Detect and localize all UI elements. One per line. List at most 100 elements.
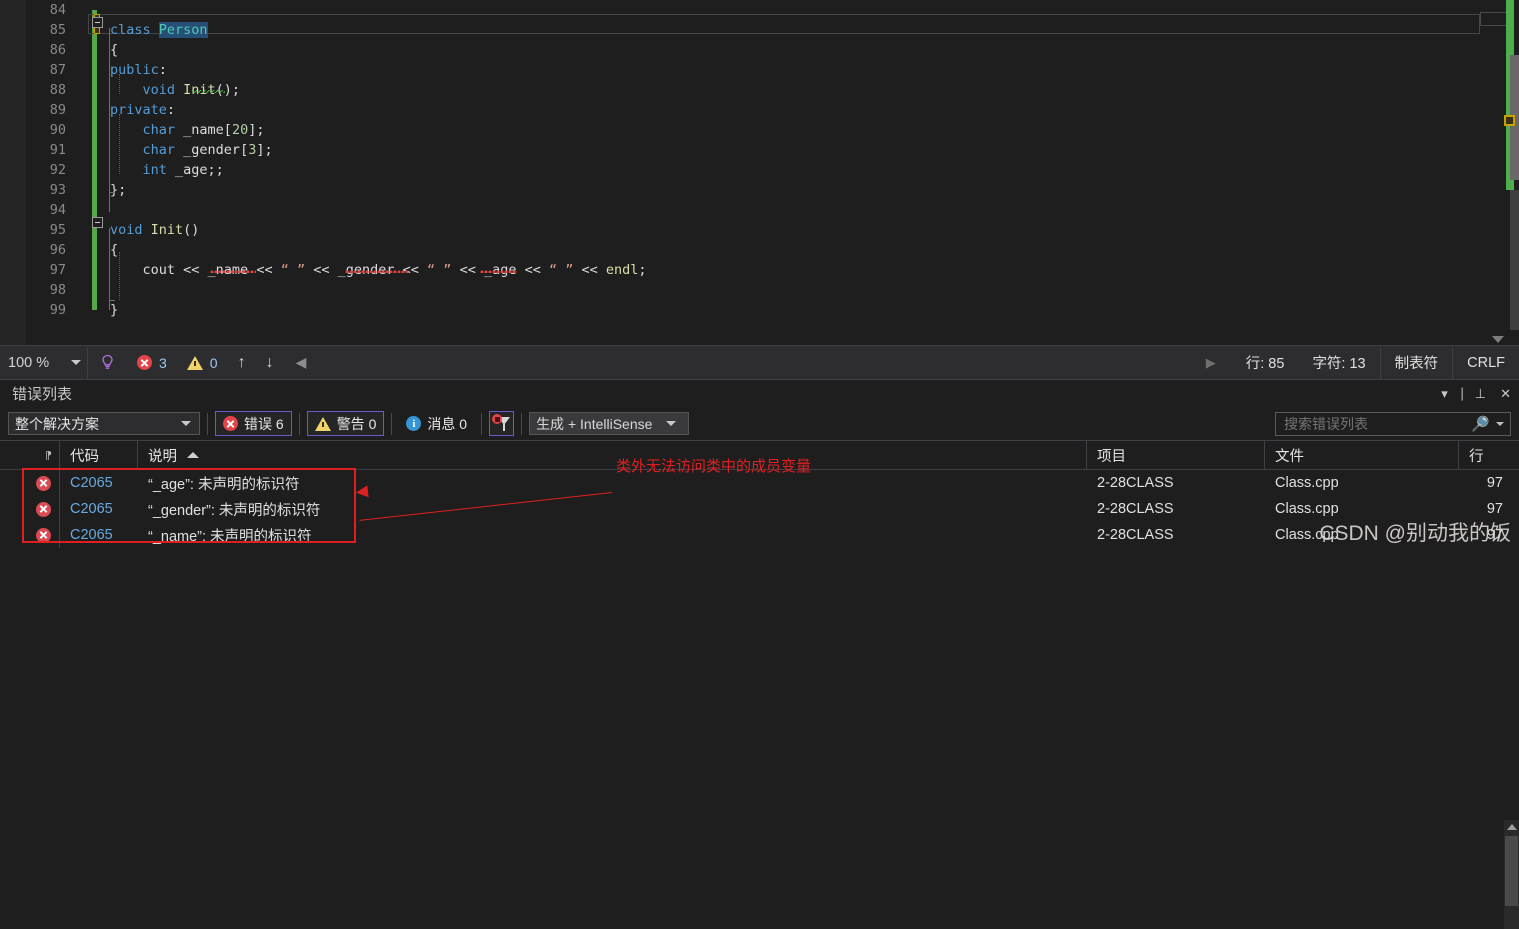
scroll-down-arrow[interactable] (1492, 336, 1504, 343)
error-icon (137, 355, 152, 370)
chevron-down-icon[interactable] (666, 421, 677, 426)
warnings-toggle-button[interactable]: 警告 0 (306, 411, 385, 436)
code-line[interactable]: 86 { (50, 40, 1480, 60)
previous-issue-icon[interactable]: ↑ (228, 354, 256, 372)
code-line[interactable]: 97 cout << _name << “ ” << _gender << “ … (50, 260, 1480, 280)
fold-toggle-class[interactable] (92, 17, 103, 28)
indent-guide-2 (119, 114, 120, 174)
code-line[interactable]: 91 char _gender[3]; (50, 140, 1480, 160)
code-line[interactable]: 87 public: (50, 60, 1480, 80)
code-line-text: class Person (110, 22, 208, 38)
chevron-down-icon[interactable] (1496, 422, 1504, 426)
scope-filter-value: 整个解决方案 (15, 415, 99, 432)
code-column-header[interactable]: 代码 (60, 441, 138, 469)
code-line[interactable]: 93}; (50, 180, 1480, 200)
errors-toggle-label: 错误 6 (244, 415, 284, 432)
row-severity-cell (0, 470, 60, 496)
suggestion-squiggle-init (192, 90, 225, 93)
editor-vertical-scrollbar[interactable] (1480, 0, 1519, 345)
error-icon (36, 501, 51, 517)
search-box[interactable]: 🔍 (1275, 412, 1511, 436)
editor-error-count-value: 3 (159, 354, 167, 371)
search-input[interactable] (1282, 415, 1472, 433)
file-column-header[interactable]: 文件 (1265, 441, 1459, 469)
messages-toggle-button[interactable]: i 消息 0 (399, 411, 474, 436)
chevron-down-icon[interactable] (181, 421, 191, 426)
row-file-cell: Class.cpp (1275, 475, 1339, 491)
scroll-up-arrow[interactable] (1507, 824, 1517, 830)
project-column-header[interactable]: 项目 (1087, 441, 1265, 469)
next-issue-icon[interactable]: ↓ (256, 354, 284, 372)
scrollbar-thumb[interactable] (1505, 836, 1518, 906)
scope-filter-combo[interactable]: 整个解决方案 (8, 412, 200, 435)
code-line[interactable]: 89 private: (50, 100, 1480, 120)
editor-warning-count[interactable]: 0 (177, 347, 228, 379)
error-list-rows[interactable]: C2065 “_age”: 未声明的标识符 2-28CLASS Class.cpp 97… (0, 470, 1519, 548)
row-project-cell: 2-28CLASS (1097, 527, 1174, 543)
row-description-cell: “_age”: 未声明的标识符 (148, 476, 300, 493)
error-icon (223, 416, 238, 431)
errors-toggle-button[interactable]: 错误 6 (215, 411, 292, 436)
toolbar-separator (298, 412, 300, 435)
funnel-stem (503, 424, 506, 431)
code-line[interactable]: 84 (50, 0, 1480, 20)
line-number: 91 (49, 142, 66, 158)
line-number: 95 (49, 222, 66, 238)
overview-top-box (1480, 12, 1508, 26)
table-row[interactable]: C2065 “_name”: 未声明的标识符 2-28CLASS Class.cpp 9… (0, 522, 1519, 548)
zoom-level-value: 100 % (8, 354, 50, 371)
error-squiggle-gender (345, 269, 408, 273)
line-number: 97 (49, 262, 66, 278)
editor-error-count[interactable]: 3 (127, 347, 177, 379)
messages-toggle-label: 消息 0 (427, 415, 468, 432)
code-line[interactable]: 85 class Person (50, 20, 1480, 40)
visual-studio-window: 84 85class Person86{87public:88 void Init… (0, 0, 1519, 929)
code-editor[interactable]: 84 85class Person86{87public:88 void Init… (0, 0, 1519, 345)
row-code-cell: C2065 (70, 527, 113, 543)
code-line[interactable]: 90 char _name[20]; (50, 120, 1480, 140)
code-line[interactable]: 99} (50, 300, 1480, 320)
info-icon: i (406, 416, 422, 431)
code-line-text: }; (110, 182, 127, 198)
code-text-area[interactable]: 84 85class Person86{87public:88 void Init… (50, 0, 1480, 345)
line-ending-indicator[interactable]: CRLF (1453, 347, 1519, 379)
filter-funnel-button[interactable] (489, 411, 515, 436)
line-column-header[interactable]: 行 (1459, 441, 1519, 469)
grip-column-header[interactable]: ⁋ (0, 441, 60, 469)
code-line-text: { (110, 42, 119, 58)
error-list-scrollbar[interactable] (1504, 820, 1519, 929)
panel-menu-chevron-icon[interactable]: ▾ (1441, 387, 1448, 400)
error-list-toolbar: 整个解决方案 错误 6 警告 0 i 消息 0 生成 + IntelliSens… (0, 407, 1519, 441)
line-number: 84 (49, 2, 66, 18)
panel-title: 错误列表 (12, 386, 73, 403)
search-icon[interactable]: 🔍 (1471, 415, 1490, 433)
code-line[interactable]: 94 (50, 200, 1480, 220)
toolbar-separator (391, 412, 393, 435)
fold-toggle-init[interactable] (92, 217, 103, 228)
cursor-line-indicator: 行: 85 (1245, 356, 1285, 372)
intellisense-status-button[interactable] (88, 347, 127, 379)
code-line[interactable]: 98 (50, 280, 1480, 300)
code-line[interactable]: 96 { (50, 240, 1480, 260)
scrollbar-track[interactable] (1510, 190, 1519, 330)
pin-icon[interactable]: ⎸⊥ (1462, 387, 1486, 400)
code-line[interactable]: 95 void Init() (50, 220, 1480, 240)
description-column-header[interactable]: 说明 (138, 441, 1087, 469)
class-block-guide (109, 28, 110, 212)
column-chooser-icon[interactable]: ⁋ (45, 449, 53, 462)
code-line[interactable]: 88 void Init(); (50, 80, 1480, 100)
zoom-level-combo[interactable]: 100 % (0, 346, 88, 379)
chevron-down-icon[interactable] (71, 360, 81, 365)
code-line-text: char _gender[3]; (142, 142, 273, 158)
class-block-foot (109, 192, 115, 193)
annotation-arrow-head (355, 485, 369, 499)
scroll-left-icon[interactable]: ◀ (284, 354, 319, 371)
build-source-combo[interactable]: 生成 + IntelliSense (529, 412, 690, 435)
table-row[interactable]: C2065 “_gender”: 未声明的标识符 2-28CLASS Class.cp… (0, 496, 1519, 522)
tabs-indicator[interactable]: 制表符 (1379, 346, 1454, 379)
code-line[interactable]: 92 int _age;; (50, 160, 1480, 180)
close-icon[interactable]: ✕ (1500, 387, 1511, 400)
func-block-foot (109, 300, 115, 301)
scroll-right-icon[interactable]: ▶ (1190, 355, 1232, 371)
row-severity-cell (0, 496, 60, 522)
